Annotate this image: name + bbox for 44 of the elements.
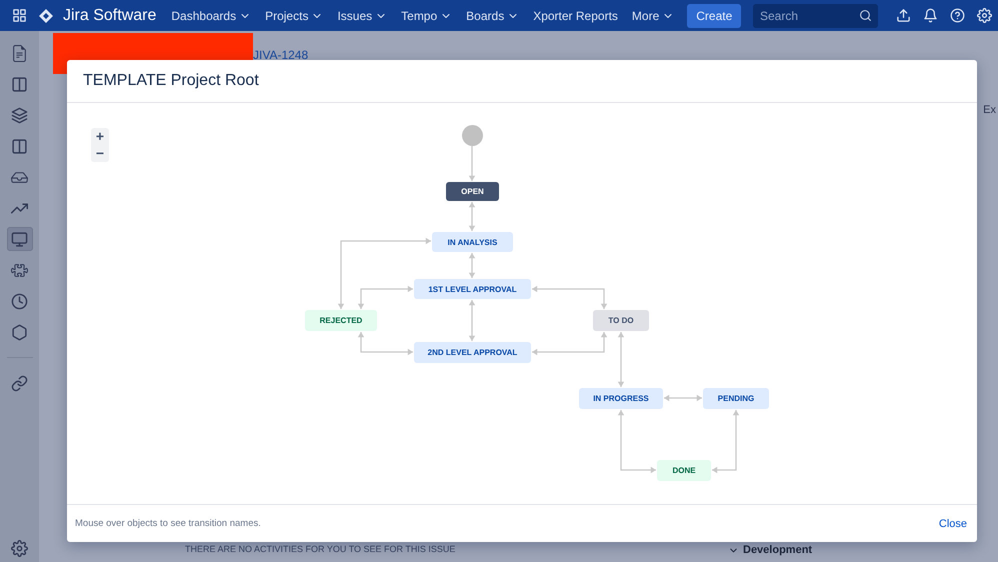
nav-menu[interactable]: Dashboards (164, 0, 258, 31)
development-heading: Development (743, 544, 812, 556)
nav-menu[interactable]: Tempo (394, 0, 460, 31)
status-node[interactable]: TO DO (593, 310, 649, 331)
upload-icon[interactable] (896, 8, 911, 23)
diamond-logo-icon[interactable] (39, 8, 53, 22)
nav-menu[interactable]: Boards (459, 0, 526, 31)
transition-arrow (618, 410, 656, 474)
help-icon[interactable] (950, 8, 965, 23)
status-node[interactable]: 2ND LEVEL APPROVAL (414, 342, 531, 363)
nav-menu[interactable]: More (624, 0, 682, 31)
nav-menu[interactable]: Issues (330, 0, 394, 31)
transition-arrow (468, 253, 476, 278)
status-node[interactable]: DONE (657, 460, 711, 481)
transition-arrow (618, 332, 624, 387)
transition-arrow (468, 146, 476, 181)
search-icon (859, 8, 872, 22)
status-node[interactable]: 1ST LEVEL APPROVAL (414, 279, 531, 299)
search-field[interactable]: Search (753, 4, 878, 28)
app-grid-icon[interactable] (12, 8, 27, 23)
activity-message: THERE ARE NO ACTIVITIES FOR YOU TO SEE FOR THIS ISSUE (185, 544, 456, 554)
transition-arrow (468, 300, 476, 341)
close-link[interactable]: Close (938, 518, 967, 530)
status-node[interactable]: OPEN (446, 182, 499, 201)
create-button[interactable]: Create (687, 4, 742, 28)
status-node[interactable]: PENDING (703, 388, 769, 409)
start-node (462, 125, 483, 146)
monitor-icon[interactable] (6, 227, 32, 251)
status-node[interactable]: IN PROGRESS (579, 388, 663, 409)
transition-arrow (664, 394, 702, 402)
transition-arrow (358, 332, 413, 356)
nav-menu[interactable]: Projects (258, 0, 330, 31)
transition-arrow (468, 202, 476, 231)
status-node[interactable]: REJECTED (305, 310, 377, 331)
settings-icon[interactable] (977, 8, 992, 23)
dialog-title: TEMPLATE Project Root (83, 72, 259, 90)
zoom-in-button[interactable]: + (91, 128, 109, 145)
product-name[interactable]: Jira Software (63, 6, 156, 24)
zoom-out-button[interactable]: − (91, 145, 109, 162)
nav-menu[interactable]: Xporter Reports (526, 0, 625, 31)
export-button[interactable]: Ex (981, 104, 998, 116)
hint-text: Mouse over objects to see transition names. (75, 518, 261, 529)
transition-arrow (712, 410, 740, 474)
status-node[interactable]: IN ANALYSIS (432, 232, 513, 252)
